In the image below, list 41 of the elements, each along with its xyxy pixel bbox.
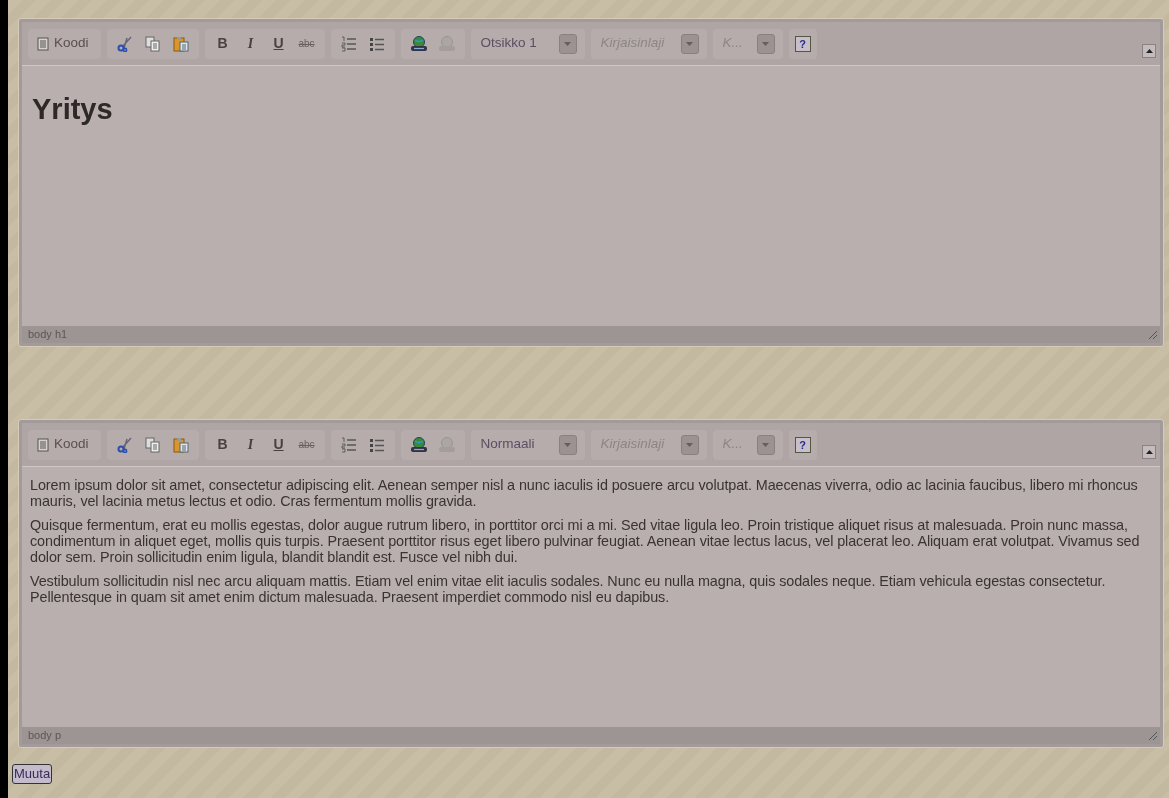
submit-button[interactable]: Muuta [12,764,53,784]
paragraph: Lorem ipsum dolor sit amet, consectetur adipiscing elit. Aenean semper nisl a nunc iaculis id posuere arcu volutpat. Maecenas viverra, odio ac lacinia faucibus, libero mi rhoncus mauris, vel lacinia metus lectus et odio. Cras fermentum mollis gravida. [30,477,1139,509]
bullet-list-icon [368,436,385,453]
help-button[interactable]: ? [794,436,811,453]
resize-handle-icon[interactable] [1148,329,1158,340]
strikethrough-button[interactable]: abc [294,31,319,56]
strikethrough-button[interactable]: abc [294,432,319,457]
editor-content-area[interactable]: Yritys [22,65,1160,326]
bold-button[interactable]: B [210,31,235,56]
up-triangle-icon [1145,449,1153,454]
numbered-list-icon [340,35,357,52]
editor-content-area[interactable] [22,466,1160,727]
underline-button[interactable]: U [266,432,291,457]
up-triangle-icon [1145,48,1153,53]
clipboard-icon [172,436,189,453]
element-path: body p [28,728,62,744]
italic-button[interactable]: I [238,31,263,56]
document-icon [37,36,49,51]
clipboard-icon [172,35,189,52]
heading: Yritys [32,92,114,127]
resize-handle-icon[interactable] [1148,730,1158,741]
globe-link-icon [409,436,428,453]
underline-button[interactable]: U [266,31,291,56]
bullet-list-icon [368,35,385,52]
copy-icon [144,35,161,52]
globe-link-icon [437,35,456,52]
scissors-icon [116,436,133,453]
scissors-icon [116,35,133,52]
collapse-button[interactable] [1142,444,1156,459]
globe-link-icon [437,436,456,453]
globe-link-icon [409,35,428,52]
document-icon [37,437,49,452]
collapse-button[interactable] [1142,43,1156,58]
copy-icon [144,436,161,453]
element-path: body h1 [28,327,68,343]
paragraph: Vestibulum sollicitudin nisl nec arcu aliquam mattis. Etiam vel enim vitae elit iaculis sodales. Nunc eu nulla magna, quis sodales neque. Etiam vehicula egestas consectetur. Pellentesque in quam sit amet enim dictum malesuada. Praesent imperdiet commodo nisl eu dapibus. [30,573,1107,605]
numbered-list-icon [340,436,357,453]
help-button[interactable]: ? [794,35,811,52]
italic-button[interactable]: I [238,432,263,457]
paragraph: Quisque fermentum, erat eu mollis egestas, dolor augue rutrum libero, in porttitor orci mi a mi. Sed vitae ligula leo. Proin tristique aliquet risus at malesuada. Proin nunc massa, condimentum in aliquet eget, mollis quis turpis. Praesent porttitor risus eget libero pulvinar feugiat. Aenean vitae lectus lacus, vel placerat leo. Aliquam erat volutpat. Vivamus sed dolor sem. Proin sollicitudin enim ligula, blandit blandit est. Fusce vel nibh dui. [30,517,1141,565]
bold-button[interactable]: B [210,432,235,457]
